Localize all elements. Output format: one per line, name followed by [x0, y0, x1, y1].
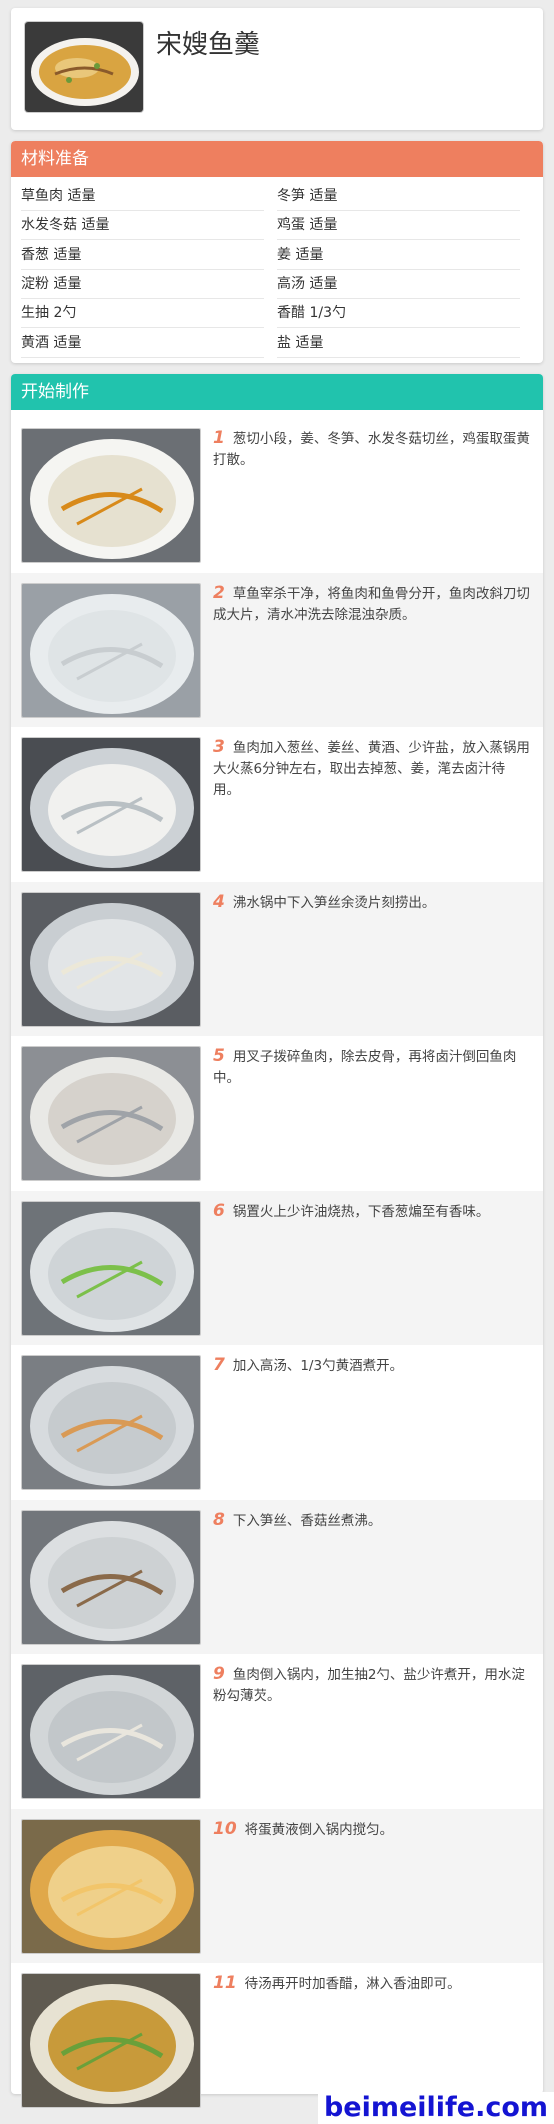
step-number: 3 [213, 737, 225, 757]
ingredient-amount: 适量 [309, 188, 338, 204]
step-description: 2 草鱼宰杀干净，将鱼肉和鱼骨分开，鱼肉改斜刀切成大片，清水冲洗去除混浊杂质。 [213, 583, 531, 626]
step-number: 11 [213, 1973, 237, 1993]
recipe-step: 3 鱼肉加入葱丝、姜丝、黄酒、少许盐，放入蒸锅用大火蒸6分钟左右，取出去掉葱、姜，… [11, 727, 543, 881]
step-description: 4 沸水锅中下入笋丝余烫片刻捞出。 [213, 892, 531, 914]
ingredient-item: 香醋 1/3勺 [277, 299, 520, 329]
step-photo [21, 737, 201, 872]
step-text: 加入高汤、1/3勺黄酒煮开。 [232, 1358, 404, 1374]
recipe-step: 4 沸水锅中下入笋丝余烫片刻捞出。 [11, 881, 543, 1036]
recipe-thumbnail [24, 21, 144, 113]
ingredient-item: 盐 适量 [277, 329, 520, 358]
step-number: 5 [213, 1046, 225, 1066]
ingredient-name: 香葱 [21, 246, 49, 263]
ingredients-card: 材料准备 草鱼肉 适量 冬笋 适量 水发冬菇 适量 鸡蛋 适量 香葱 适量姜 适量 淀粉 … [11, 141, 543, 363]
step-description: 3 鱼肉加入葱丝、姜丝、黄酒、少许盐，放入蒸锅用大火蒸6分钟左右，取出去掉葱、姜，… [213, 737, 531, 801]
step-text: 用叉子拨碎鱼肉，除去皮骨，再将卤汁倒回鱼肉中。 [213, 1049, 517, 1086]
step-photo [21, 891, 201, 1027]
step-photo [21, 1200, 201, 1336]
ingredient-item: 冬笋 适量 [277, 182, 520, 211]
step-number: 1 [213, 428, 225, 448]
step-photo [21, 1509, 201, 1645]
step-photo [21, 1818, 201, 1954]
ingredient-amount: 适量 [295, 246, 324, 263]
step-description: 8 下入笋丝、香菇丝煮沸。 [213, 1510, 531, 1532]
ingredient-name: 草鱼肉 [21, 188, 63, 204]
ingredient-item: 香葱 适量 [21, 241, 264, 270]
ingredient-amount: 适量 [309, 217, 338, 234]
ingredient-amount: 适量 [81, 217, 110, 234]
ingredient-name: 鸡蛋 [277, 217, 305, 234]
ingredient-item: 草鱼肉 适量 [21, 182, 264, 211]
ingredient-amount: 2勺 [53, 305, 77, 322]
ingredient-name: 冬笋 [277, 188, 305, 204]
steps-card: 开始制作 1 葱切小段，姜、冬笋、水发冬菇切丝，鸡蛋取蛋黄打散。 2 草鱼宰杀干净，将… [11, 374, 543, 2108]
ingredient-amount: 适量 [309, 275, 338, 292]
recipe-title: 宋嫂鱼羹 [156, 30, 261, 60]
site-watermark: beimeilife.com [318, 2092, 554, 2124]
step-description: 10 将蛋黄液倒入锅内搅匀。 [213, 1819, 531, 1841]
step-text: 葱切小段，姜、冬笋、水发冬菇切丝，鸡蛋取蛋黄打散。 [213, 431, 530, 468]
ingredient-item: 姜 适量 [277, 241, 520, 270]
recipe-step: 5 用叉子拨碎鱼肉，除去皮骨，再将卤汁倒回鱼肉中。 [11, 1036, 543, 1190]
step-photo [21, 1046, 201, 1181]
step-description: 6 锅置火上少许油烧热，下香葱煸至有香味。 [213, 1201, 531, 1223]
ingredients-header: 材料准备 [11, 141, 543, 177]
step-text: 鱼肉加入葱丝、姜丝、黄酒、少许盐，放入蒸锅用大火蒸6分钟左右，取出去掉葱、姜，滗… [213, 740, 530, 798]
ingredient-item: 生抽 2勺 [21, 299, 264, 329]
step-text: 鱼肉倒入锅内，加生抽2勺、盐少许煮开，用水淀粉勾薄芡。 [213, 1667, 525, 1704]
ingredient-amount: 1/3勺 [309, 305, 346, 322]
recipe-header-card: 宋嫂鱼羹 [11, 8, 543, 130]
steps-header: 开始制作 [11, 374, 543, 410]
recipe-step: 8 下入笋丝、香菇丝煮沸。 [11, 1499, 543, 1654]
step-text: 下入笋丝、香菇丝煮沸。 [232, 1512, 382, 1529]
step-number: 7 [213, 1355, 225, 1375]
recipe-step: 2 草鱼宰杀干净，将鱼肉和鱼骨分开，鱼肉改斜刀切成大片，清水冲洗去除混浊杂质。 [11, 572, 543, 727]
step-description: 9 鱼肉倒入锅内，加生抽2勺、盐少许煮开，用水淀粉勾薄芡。 [213, 1664, 531, 1707]
step-number: 2 [213, 582, 225, 603]
step-text: 草鱼宰杀干净，将鱼肉和鱼骨分开，鱼肉改斜刀切成大片，清水冲洗去除混浊杂质。 [213, 585, 530, 623]
ingredient-item: 水发冬菇 适量 [21, 211, 264, 241]
step-photo [21, 582, 201, 718]
recipe-step: 6 锅置火上少许油烧热，下香葱煸至有香味。 [11, 1190, 543, 1345]
ingredient-item: 鸡蛋 适量 [277, 211, 520, 241]
ingredient-name: 盐 [277, 334, 291, 351]
ingredient-item: 黄酒 适量 [21, 329, 264, 358]
ingredient-name: 姜 [277, 246, 291, 263]
step-description: 7 加入高汤、1/3勺黄酒煮开。 [213, 1355, 531, 1377]
ingredient-name: 淀粉 [21, 275, 49, 292]
step-number: 9 [213, 1664, 225, 1684]
ingredient-item: 淀粉 适量 [21, 270, 264, 299]
step-text: 待汤再开时加香醋，淋入香油即可。 [244, 1976, 461, 1992]
step-text: 将蛋黄液倒入锅内搅匀。 [244, 1821, 394, 1838]
step-number: 6 [213, 1200, 225, 1221]
step-photo [21, 428, 201, 563]
step-text: 锅置火上少许油烧热，下香葱煸至有香味。 [232, 1203, 490, 1220]
step-text: 沸水锅中下入笋丝余烫片刻捞出。 [232, 894, 436, 911]
ingredient-amount: 适量 [53, 246, 82, 263]
ingredient-amount: 适量 [53, 275, 82, 292]
ingredient-name: 黄酒 [21, 334, 49, 351]
step-description: 1 葱切小段，姜、冬笋、水发冬菇切丝，鸡蛋取蛋黄打散。 [213, 428, 531, 471]
ingredient-name: 高汤 [277, 275, 305, 292]
ingredient-amount: 适量 [295, 334, 324, 351]
step-photo [21, 1355, 201, 1490]
step-description: 11 待汤再开时加香醋，淋入香油即可。 [213, 1973, 531, 1995]
recipe-step: 10 将蛋黄液倒入锅内搅匀。 [11, 1808, 543, 1963]
ingredient-amount: 适量 [53, 334, 82, 351]
recipe-step: 7 加入高汤、1/3勺黄酒煮开。 [11, 1345, 543, 1499]
step-number: 4 [213, 891, 225, 912]
step-photo [21, 1664, 201, 1799]
step-number: 10 [213, 1818, 237, 1839]
recipe-step: 9 鱼肉倒入锅内，加生抽2勺、盐少许煮开，用水淀粉勾薄芡。 [11, 1654, 543, 1808]
recipe-step: 1 葱切小段，姜、冬笋、水发冬菇切丝，鸡蛋取蛋黄打散。 [11, 418, 543, 572]
step-number: 8 [213, 1509, 225, 1530]
ingredient-amount: 适量 [67, 188, 96, 204]
step-description: 5 用叉子拨碎鱼肉，除去皮骨，再将卤汁倒回鱼肉中。 [213, 1046, 531, 1089]
ingredient-item: 高汤 适量 [277, 270, 520, 299]
step-photo [21, 1973, 201, 2108]
ingredient-name: 香醋 [277, 305, 305, 322]
ingredient-name: 水发冬菇 [21, 217, 77, 234]
ingredient-name: 生抽 [21, 305, 49, 322]
